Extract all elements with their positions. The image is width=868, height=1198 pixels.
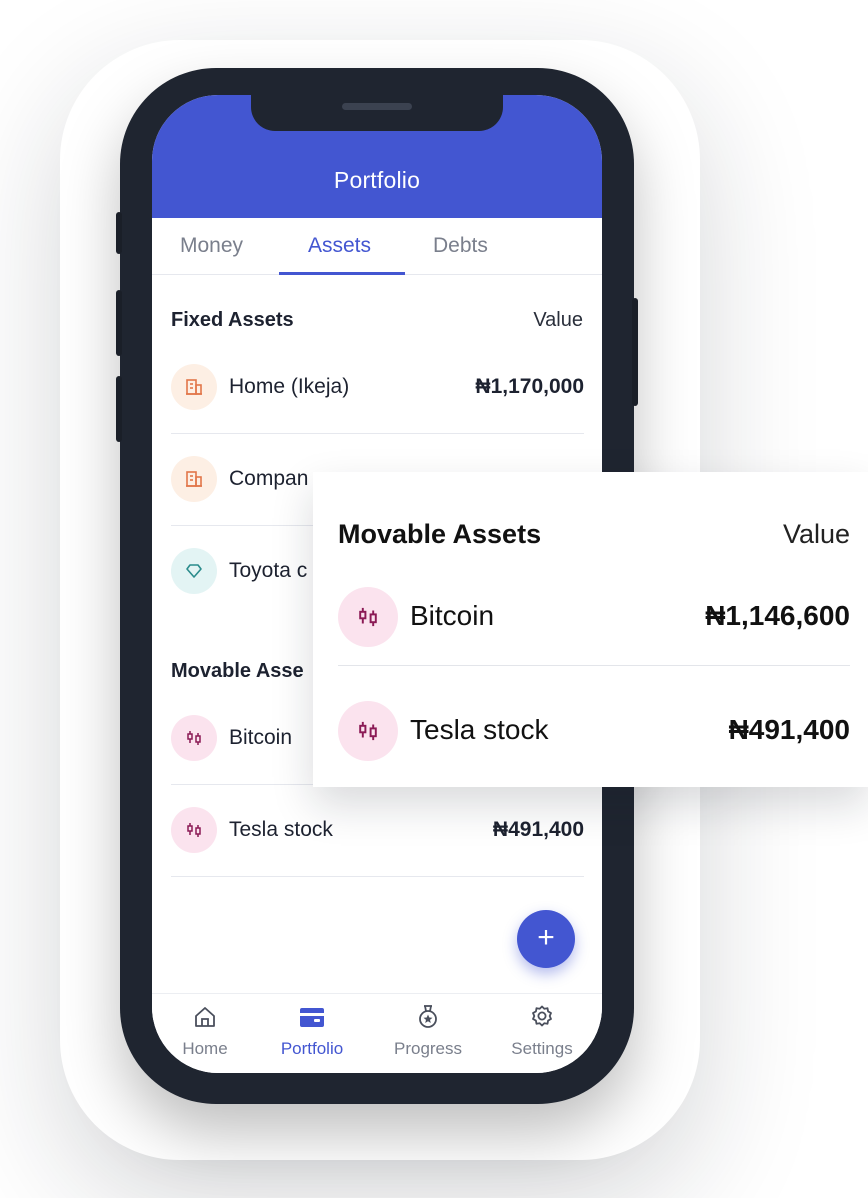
value-column-label: Value bbox=[533, 309, 583, 331]
add-asset-button[interactable]: + bbox=[517, 910, 575, 968]
tab-assets[interactable]: Assets bbox=[308, 234, 371, 258]
fixed-assets-header: Fixed Assets Value bbox=[171, 309, 583, 332]
candlestick-icon bbox=[338, 701, 398, 761]
asset-amount: ₦491,400 bbox=[728, 714, 850, 745]
medal-icon bbox=[419, 1005, 437, 1028]
active-tab-indicator bbox=[279, 272, 405, 275]
candlestick-icon bbox=[171, 715, 217, 761]
building-icon bbox=[171, 364, 217, 410]
nav-label: Portfolio bbox=[280, 1039, 344, 1058]
asset-name: Home (Ikeja) bbox=[229, 375, 350, 398]
phone-notch bbox=[251, 95, 503, 131]
speaker-grille bbox=[342, 103, 412, 110]
tab-bar: Money Assets Debts bbox=[152, 218, 602, 275]
section-title: Movable Asse bbox=[171, 660, 304, 682]
asset-name: Tesla stock bbox=[410, 714, 549, 745]
value-column-label: Value bbox=[782, 519, 850, 549]
movable-assets-card: Movable Assets Value Bitcoin ₦1,146,600 … bbox=[313, 472, 868, 787]
building-icon bbox=[171, 456, 217, 502]
nav-home[interactable]: Home bbox=[155, 1004, 255, 1059]
asset-name: Toyota c bbox=[229, 559, 308, 582]
asset-amount: ₦1,170,000 bbox=[475, 375, 584, 398]
phone-side-button bbox=[116, 212, 122, 254]
candlestick-icon bbox=[338, 587, 398, 647]
nav-label: Progress bbox=[393, 1039, 463, 1058]
card-title: Movable Assets bbox=[338, 519, 542, 549]
tab-money[interactable]: Money bbox=[180, 234, 243, 258]
nav-label: Home bbox=[182, 1039, 228, 1058]
diamond-icon bbox=[171, 548, 217, 594]
asset-name: Bitcoin bbox=[229, 726, 293, 749]
asset-amount: ₦1,146,600 bbox=[705, 600, 850, 631]
asset-amount: ₦491,400 bbox=[492, 818, 584, 841]
asset-name: Compan bbox=[229, 467, 309, 490]
phone-side-button bbox=[632, 298, 638, 406]
app-header: Portfolio bbox=[152, 95, 602, 218]
candlestick-icon bbox=[171, 807, 217, 853]
card-row-bitcoin[interactable]: Bitcoin ₦1,146,600 bbox=[338, 554, 850, 666]
page-title: Portfolio bbox=[333, 167, 421, 193]
divider bbox=[338, 665, 850, 666]
asset-name: Tesla stock bbox=[229, 818, 333, 841]
list-item[interactable]: Tesla stock ₦491,400 bbox=[171, 785, 584, 877]
tab-debts[interactable]: Debts bbox=[433, 234, 488, 258]
nav-portfolio[interactable]: Portfolio bbox=[262, 1004, 362, 1059]
phone-side-button bbox=[116, 290, 122, 356]
bottom-nav: Home Portfolio Progress Settings bbox=[152, 993, 602, 1073]
list-item[interactable]: Home (Ikeja) ₦1,170,000 bbox=[171, 342, 584, 434]
divider bbox=[171, 876, 584, 877]
nav-progress[interactable]: Progress bbox=[378, 1004, 478, 1059]
phone-side-button bbox=[116, 376, 122, 442]
gear-icon bbox=[532, 1005, 552, 1027]
nav-settings[interactable]: Settings bbox=[492, 1004, 592, 1059]
section-title: Fixed Assets bbox=[171, 309, 294, 331]
nav-label: Settings bbox=[511, 1039, 573, 1058]
wallet-icon bbox=[300, 1008, 324, 1027]
card-row-tesla[interactable]: Tesla stock ₦491,400 bbox=[338, 668, 850, 780]
home-icon bbox=[195, 1007, 215, 1027]
asset-name: Bitcoin bbox=[410, 600, 495, 631]
card-header: Movable Assets Value bbox=[338, 519, 850, 550]
